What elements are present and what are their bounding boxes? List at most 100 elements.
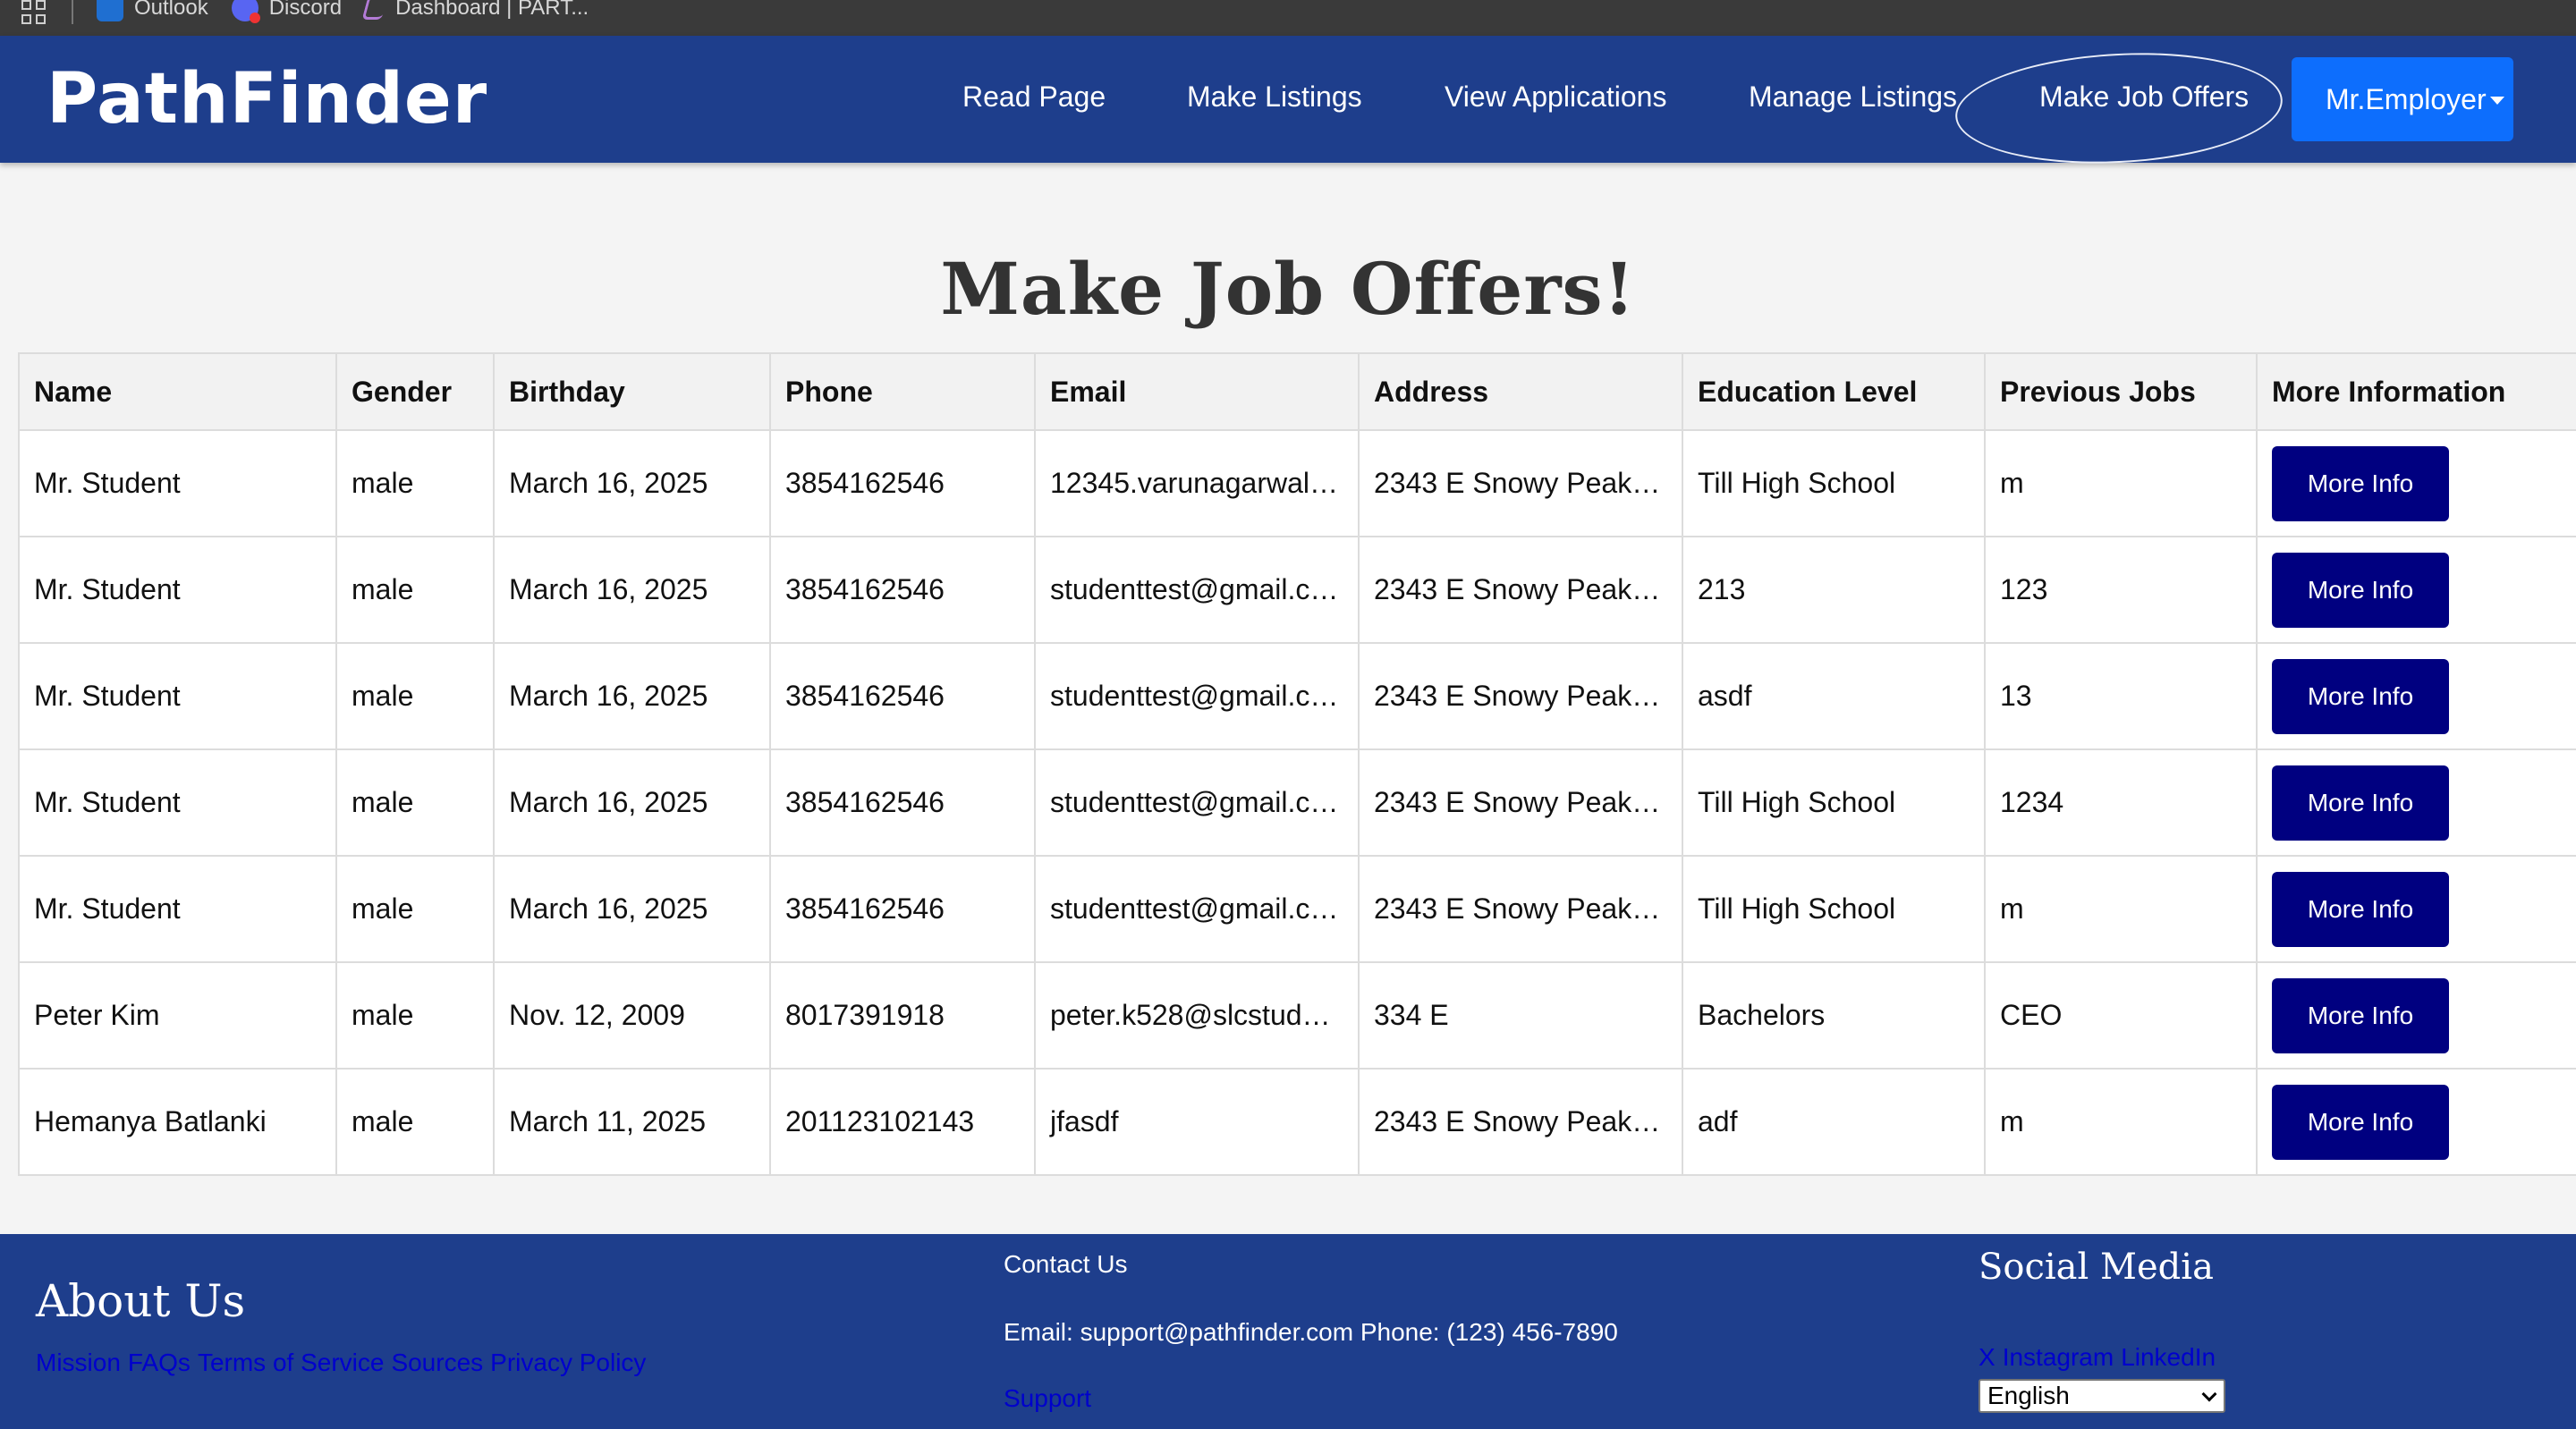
nav-link-read-page[interactable]: Read Page: [962, 80, 1106, 114]
cell-phone: 3854162546: [769, 536, 1036, 644]
footer-link-faqs[interactable]: FAQs: [128, 1349, 191, 1377]
cell-email: peter.k528@slcstud…: [1034, 961, 1360, 1070]
more-info-button[interactable]: More Info: [2272, 445, 2449, 521]
cell-email: studenttest@gmail.c…: [1034, 536, 1360, 644]
nav-link-make-listings[interactable]: Make Listings: [1187, 80, 1362, 114]
column-header-more-information: More Information: [2256, 352, 2576, 431]
brand-logo[interactable]: PathFinder: [47, 59, 487, 140]
cell-name: Mr. Student: [18, 748, 337, 857]
discord-icon: [231, 0, 260, 23]
bookmarks-bar: Outlook Discord Dashboard | PART...: [0, 0, 2576, 36]
bookmarks-divider: [72, 0, 73, 24]
footer-link-terms[interactable]: Terms of Service: [198, 1349, 385, 1377]
cell-previous-jobs: m: [1984, 855, 2258, 963]
cell-birthday: March 16, 2025: [493, 536, 771, 644]
cell-gender: male: [335, 748, 495, 857]
footer-link-sources[interactable]: Sources: [391, 1349, 483, 1377]
cell-education-level: Till High School: [1682, 748, 1986, 857]
footer-link-linkedin[interactable]: LinkedIn: [2121, 1343, 2216, 1372]
cell-education-level: Till High School: [1682, 855, 1986, 963]
language-select[interactable]: English: [1979, 1379, 2225, 1413]
cell-education-level: 213: [1682, 536, 1986, 644]
cell-address: 2343 E Snowy Peak…: [1358, 642, 1683, 750]
cell-email: 12345.varunagarwal…: [1034, 429, 1360, 537]
more-info-button[interactable]: More Info: [2272, 1084, 2449, 1160]
footer-link-privacy[interactable]: Privacy Policy: [490, 1349, 646, 1377]
cell-gender: male: [335, 1068, 495, 1176]
footer-link-mission[interactable]: Mission: [36, 1349, 121, 1377]
user-dropdown-button[interactable]: Mr.Employer: [2292, 57, 2513, 141]
cell-birthday: March 16, 2025: [493, 429, 771, 537]
bookmark-label: Discord: [268, 0, 343, 20]
cell-name: Hemanya Batlanki: [18, 1068, 337, 1176]
cell-more-information: More Info: [2256, 748, 2576, 857]
nav-link-make-job-offers[interactable]: Make Job Offers: [2039, 80, 2249, 114]
cell-email: studenttest@gmail.c…: [1034, 748, 1360, 857]
bookmark-label: Dashboard | PART...: [395, 0, 589, 20]
page-title: Make Job Offers!: [940, 247, 1636, 331]
cell-education-level: Bachelors: [1682, 961, 1986, 1070]
footer-contact-details: Email: support@pathfinder.com Phone: (12…: [1004, 1318, 1618, 1346]
cell-gender: male: [335, 536, 495, 644]
table-row: Mr. Student male March 16, 2025 38541625…: [18, 855, 2576, 963]
job-offers-table: Name Gender Birthday Phone Email Address…: [18, 352, 2576, 1176]
nav-link-view-applications[interactable]: View Applications: [1445, 80, 1666, 114]
cell-address: 2343 E Snowy Peak…: [1358, 855, 1683, 963]
table-row: Peter Kim male Nov. 12, 2009 8017391918 …: [18, 961, 2576, 1070]
cell-phone: 8017391918: [769, 961, 1036, 1070]
chevron-down-icon: [2201, 1386, 2217, 1402]
cell-phone: 3854162546: [769, 748, 1036, 857]
cell-previous-jobs: 123: [1984, 536, 2258, 644]
column-header-previous-jobs: Previous Jobs: [1984, 352, 2258, 431]
cell-address: 2343 E Snowy Peak…: [1358, 536, 1683, 644]
table-row: Hemanya Batlanki male March 11, 2025 201…: [18, 1068, 2576, 1176]
cell-phone: 3854162546: [769, 855, 1036, 963]
more-info-button[interactable]: More Info: [2272, 658, 2449, 734]
cell-gender: male: [335, 429, 495, 537]
footer-link-x[interactable]: X: [1979, 1343, 1996, 1372]
cell-previous-jobs: m: [1984, 429, 2258, 537]
language-select-value: English: [1987, 1382, 2070, 1409]
more-info-button[interactable]: More Info: [2272, 977, 2449, 1053]
bookmark-dashboard[interactable]: Dashboard | PART...: [361, 0, 589, 21]
outlook-icon: [97, 0, 123, 21]
column-header-name: Name: [18, 352, 337, 431]
more-info-button[interactable]: More Info: [2272, 552, 2449, 628]
bookmark-label: Outlook: [134, 0, 208, 20]
footer-social-links: X Instagram LinkedIn: [1979, 1343, 2216, 1372]
footer-link-support[interactable]: Support: [1004, 1384, 1091, 1413]
table-row: Mr. Student male March 16, 2025 38541625…: [18, 429, 2576, 537]
column-header-address: Address: [1358, 352, 1683, 431]
cell-email: studenttest@gmail.c…: [1034, 642, 1360, 750]
cell-previous-jobs: 13: [1984, 642, 2258, 750]
top-navbar: PathFinder Read Page Make Listings View …: [0, 36, 2576, 172]
cell-gender: male: [335, 642, 495, 750]
cell-address: 2343 E Snowy Peak…: [1358, 1068, 1683, 1176]
cell-name: Peter Kim: [18, 961, 337, 1070]
column-header-education-level: Education Level: [1682, 352, 1986, 431]
footer-social-title: Social Media: [1979, 1247, 2214, 1288]
cell-birthday: March 16, 2025: [493, 642, 771, 750]
cell-name: Mr. Student: [18, 429, 337, 537]
cell-name: Mr. Student: [18, 855, 337, 963]
cell-gender: male: [335, 855, 495, 963]
cell-more-information: More Info: [2256, 855, 2576, 963]
column-header-birthday: Birthday: [493, 352, 771, 431]
table-row: Mr. Student male March 16, 2025 38541625…: [18, 748, 2576, 857]
table-row: Mr. Student male March 16, 2025 38541625…: [18, 536, 2576, 644]
more-info-button[interactable]: More Info: [2272, 871, 2449, 947]
more-info-button[interactable]: More Info: [2272, 765, 2449, 841]
cell-birthday: Nov. 12, 2009: [493, 961, 771, 1070]
apps-grid-icon[interactable]: [21, 0, 48, 24]
cell-birthday: March 11, 2025: [493, 1068, 771, 1176]
caret-down-icon: [2490, 97, 2504, 105]
cell-previous-jobs: CEO: [1984, 961, 2258, 1070]
nav-link-manage-listings[interactable]: Manage Listings: [1749, 80, 1957, 114]
column-header-phone: Phone: [769, 352, 1036, 431]
cell-name: Mr. Student: [18, 642, 337, 750]
bookmark-discord[interactable]: Discord: [231, 0, 343, 23]
bookmark-outlook[interactable]: Outlook: [97, 0, 208, 21]
cell-gender: male: [335, 961, 495, 1070]
cell-previous-jobs: m: [1984, 1068, 2258, 1176]
footer-link-instagram[interactable]: Instagram: [2003, 1343, 2114, 1372]
